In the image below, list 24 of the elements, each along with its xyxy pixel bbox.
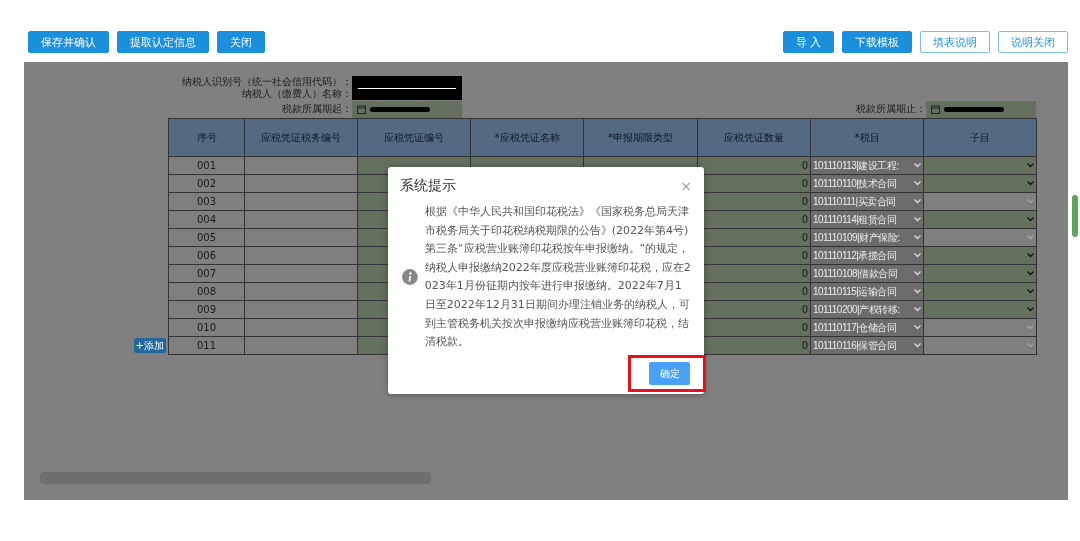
- column-header: 子目: [924, 119, 1037, 157]
- table-cell: 003: [169, 193, 245, 211]
- column-header: 应税凭证税务编号: [245, 119, 358, 157]
- column-header: *税目: [811, 119, 924, 157]
- column-header: *申报期限类型: [584, 119, 698, 157]
- table-cell: 008: [169, 283, 245, 301]
- table-cell: 001: [169, 157, 245, 175]
- table-cell: 002: [169, 175, 245, 193]
- column-header: 应税凭证数量: [698, 119, 811, 157]
- table-cell: 010: [169, 319, 245, 337]
- column-header: 序号: [169, 119, 245, 157]
- field-label: 税款所属期起：: [281, 102, 352, 116]
- field-label: 税款所属期止：: [856, 102, 926, 116]
- table-cell: 006: [169, 247, 245, 265]
- table-cell: 011: [169, 337, 245, 355]
- column-header: *应税凭证名称: [471, 119, 584, 157]
- table-cell: 005: [169, 229, 245, 247]
- field-label: 纳税人（缴费人）名称：: [241, 88, 352, 100]
- dialog-message: 根据《中华人民共和国印花税法》《国家税务总局天津市税务局关于印花税纳税期限的公告》(2022年第4号)第三条“应税营业账簿印花税按年申报缴纳。”的规定，纳税人申报缴纳2022年度应税营业账簿印花税，应在2023年1月份征期内按年进行申报缴纳。2022年7月1日至2022年12月31日期间办理注销业务的纳税人，可到主管税务机关按次申报缴纳应税营业账簿印花税，结清税款。: [424, 204, 692, 351]
- dialog-title: 系统提示: [400, 177, 456, 195]
- table-cell: 009: [169, 301, 245, 319]
- table-cell: 007: [169, 265, 245, 283]
- table-cell: 004: [169, 211, 245, 229]
- column-header: 应税凭证编号: [358, 119, 471, 157]
